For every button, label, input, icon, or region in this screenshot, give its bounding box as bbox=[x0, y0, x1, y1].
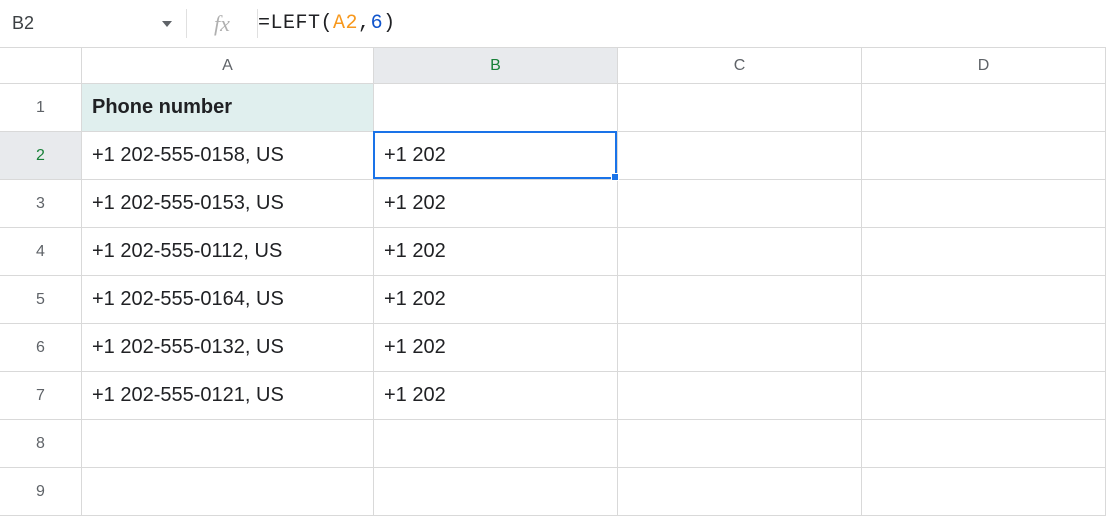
cell-B6[interactable]: +1 202 bbox=[374, 324, 618, 371]
row-header-2[interactable]: 2 bbox=[0, 132, 82, 179]
row-header-9[interactable]: 9 bbox=[0, 468, 82, 515]
row-header-6[interactable]: 6 bbox=[0, 324, 82, 371]
cell-A7[interactable]: +1 202-555-0121, US bbox=[82, 372, 374, 419]
cell-A2[interactable]: +1 202-555-0158, US bbox=[82, 132, 374, 179]
select-all-corner[interactable] bbox=[0, 48, 82, 83]
column-header-A[interactable]: A bbox=[82, 48, 374, 83]
row: 5+1 202-555-0164, US+1 202 bbox=[0, 276, 1106, 324]
row: 7+1 202-555-0121, US+1 202 bbox=[0, 372, 1106, 420]
row: 8 bbox=[0, 420, 1106, 468]
cell-D7[interactable] bbox=[862, 372, 1106, 419]
column-header-C[interactable]: C bbox=[618, 48, 862, 83]
cell-D5[interactable] bbox=[862, 276, 1106, 323]
row: 3+1 202-555-0153, US+1 202 bbox=[0, 180, 1106, 228]
grid-body: 1Phone number2+1 202-555-0158, US+1 2023… bbox=[0, 84, 1106, 516]
formula-paren-close: ) bbox=[383, 12, 396, 35]
cell-D9[interactable] bbox=[862, 468, 1106, 515]
column-headers: ABCD bbox=[0, 48, 1106, 84]
cell-C8[interactable] bbox=[618, 420, 862, 467]
cell-D3[interactable] bbox=[862, 180, 1106, 227]
formula-arg-ref: A2 bbox=[333, 12, 358, 35]
cell-C2[interactable] bbox=[618, 132, 862, 179]
cell-A9[interactable] bbox=[82, 468, 374, 515]
cell-B4[interactable]: +1 202 bbox=[374, 228, 618, 275]
cell-B9[interactable] bbox=[374, 468, 618, 515]
cell-B5[interactable]: +1 202 bbox=[374, 276, 618, 323]
spreadsheet-grid: ABCD 1Phone number2+1 202-555-0158, US+1… bbox=[0, 48, 1106, 516]
cell-A3[interactable]: +1 202-555-0153, US bbox=[82, 180, 374, 227]
cell-B3[interactable]: +1 202 bbox=[374, 180, 618, 227]
row-header-1[interactable]: 1 bbox=[0, 84, 82, 131]
cell-D1[interactable] bbox=[862, 84, 1106, 131]
cell-B8[interactable] bbox=[374, 420, 618, 467]
formula-paren-open: ( bbox=[321, 12, 334, 35]
row: 9 bbox=[0, 468, 1106, 516]
cell-A4[interactable]: +1 202-555-0112, US bbox=[82, 228, 374, 275]
cell-C6[interactable] bbox=[618, 324, 862, 371]
cell-B1[interactable] bbox=[374, 84, 618, 131]
cell-C3[interactable] bbox=[618, 180, 862, 227]
cell-D6[interactable] bbox=[862, 324, 1106, 371]
chevron-down-icon[interactable] bbox=[162, 21, 172, 27]
fill-handle[interactable] bbox=[611, 173, 619, 181]
row-header-4[interactable]: 4 bbox=[0, 228, 82, 275]
name-box-value: B2 bbox=[12, 13, 34, 34]
cell-C1[interactable] bbox=[618, 84, 862, 131]
name-box[interactable]: B2 bbox=[0, 0, 186, 47]
formula-comma: , bbox=[358, 12, 371, 35]
column-header-D[interactable]: D bbox=[862, 48, 1106, 83]
formula-text: =LEFT bbox=[258, 12, 321, 35]
cell-A5[interactable]: +1 202-555-0164, US bbox=[82, 276, 374, 323]
cell-A8[interactable] bbox=[82, 420, 374, 467]
row-header-7[interactable]: 7 bbox=[0, 372, 82, 419]
cell-D2[interactable] bbox=[862, 132, 1106, 179]
formula-arg-num: 6 bbox=[371, 12, 384, 35]
row: 4+1 202-555-0112, US+1 202 bbox=[0, 228, 1106, 276]
row-header-5[interactable]: 5 bbox=[0, 276, 82, 323]
cell-C7[interactable] bbox=[618, 372, 862, 419]
cell-C4[interactable] bbox=[618, 228, 862, 275]
fx-icon: fx bbox=[187, 11, 257, 37]
cell-A6[interactable]: +1 202-555-0132, US bbox=[82, 324, 374, 371]
cell-C5[interactable] bbox=[618, 276, 862, 323]
row: 2+1 202-555-0158, US+1 202 bbox=[0, 132, 1106, 180]
column-header-B[interactable]: B bbox=[374, 48, 618, 83]
cell-D4[interactable] bbox=[862, 228, 1106, 275]
formula-bar: B2 fx =LEFT(A2,6) bbox=[0, 0, 1106, 48]
row: 6+1 202-555-0132, US+1 202 bbox=[0, 324, 1106, 372]
cell-B7[interactable]: +1 202 bbox=[374, 372, 618, 419]
formula-input[interactable]: =LEFT(A2,6) bbox=[258, 0, 1106, 47]
cell-A1[interactable]: Phone number bbox=[82, 84, 374, 131]
cell-C9[interactable] bbox=[618, 468, 862, 515]
cell-B2[interactable]: +1 202 bbox=[374, 132, 618, 179]
cell-D8[interactable] bbox=[862, 420, 1106, 467]
row-header-8[interactable]: 8 bbox=[0, 420, 82, 467]
row-header-3[interactable]: 3 bbox=[0, 180, 82, 227]
row: 1Phone number bbox=[0, 84, 1106, 132]
